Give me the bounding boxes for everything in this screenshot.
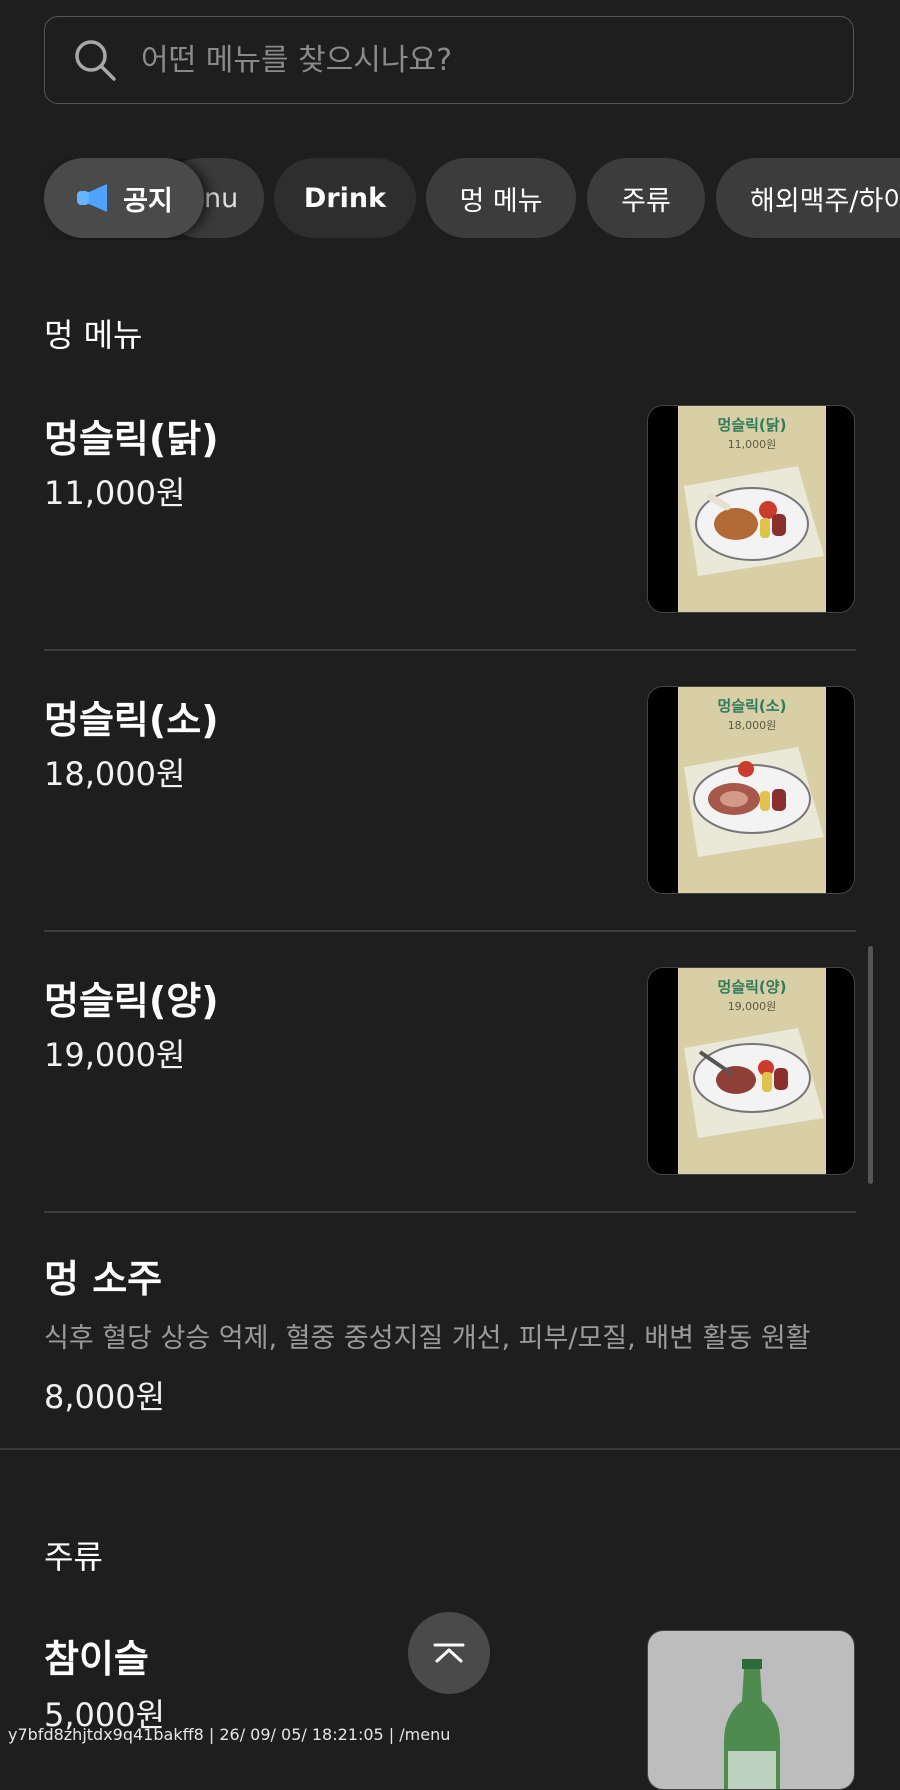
- item-image: [647, 1630, 855, 1790]
- item-description: 식후 혈당 상승 억제, 혈중 중성지질 개선, 피부/모질, 배변 활동 원활: [44, 1323, 811, 1354]
- search-icon: [75, 40, 116, 81]
- chip-liquor[interactable]: 주류: [587, 158, 705, 238]
- item-image: 멍슬릭(소) 18,000원: [647, 686, 855, 894]
- poster-title: 멍슬릭(닭): [718, 416, 787, 434]
- category-chips: nu 공지 Drink 멍 메뉴 주류 해외맥주/하이: [0, 158, 900, 240]
- chip-meong-menu[interactable]: 멍 메뉴: [426, 158, 576, 238]
- poster-price: 11,000원: [728, 438, 777, 451]
- item-name: 멍슬릭(닭): [44, 417, 219, 461]
- section-title-liquor: 주류: [44, 1538, 103, 1576]
- poster-price: 18,000원: [728, 719, 777, 732]
- chevron-up-icon: [433, 1643, 465, 1663]
- menu-item[interactable]: 멍슬릭(닭) 11,000원 멍슬릭(닭) 11,000원: [44, 400, 856, 620]
- menu-item[interactable]: 멍 소주 식후 혈당 상승 억제, 혈중 중성지질 개선, 피부/모질, 배변 …: [44, 1240, 856, 1420]
- item-price: 11,000원: [44, 474, 186, 512]
- chip-foreign-beer[interactable]: 해외맥주/하이: [716, 158, 900, 238]
- divider: [44, 1211, 856, 1213]
- section-divider: [0, 1448, 900, 1450]
- item-name: 멍 소주: [44, 1257, 163, 1301]
- chip-notice[interactable]: 공지: [44, 158, 204, 238]
- scroll-to-top-button[interactable]: [408, 1612, 490, 1694]
- section-title-meong: 멍 메뉴: [44, 316, 143, 354]
- menu-item[interactable]: 멍슬릭(양) 19,000원 멍슬릭(양) 19,000원: [44, 962, 856, 1182]
- poster-title: 멍슬릭(양): [718, 978, 787, 996]
- scrollbar[interactable]: [868, 946, 873, 1184]
- poster-title: 멍슬릭(소): [718, 697, 787, 715]
- divider: [44, 649, 856, 651]
- menu-item[interactable]: 멍슬릭(소) 18,000원 멍슬릭(소) 18,000원: [44, 681, 856, 901]
- footer-debug-info: y7bfd8zhjtdx9q41bakff8 | 26/ 09/ 05/ 18:…: [8, 1725, 451, 1744]
- item-name: 멍슬릭(소): [44, 698, 219, 742]
- search-box[interactable]: [44, 16, 854, 104]
- item-image: 멍슬릭(닭) 11,000원: [647, 405, 855, 613]
- megaphone-icon: [77, 184, 108, 212]
- item-name: 참이슬: [44, 1637, 149, 1681]
- search-input[interactable]: [139, 41, 823, 79]
- chip-drink[interactable]: Drink: [274, 158, 416, 238]
- item-price: 18,000원: [44, 755, 186, 793]
- item-price: 19,000원: [44, 1036, 186, 1074]
- divider: [44, 930, 856, 932]
- item-image: 멍슬릭(양) 19,000원: [647, 967, 855, 1175]
- poster-price: 19,000원: [728, 1000, 777, 1013]
- item-price: 8,000원: [44, 1378, 166, 1416]
- item-name: 멍슬릭(양): [44, 979, 219, 1023]
